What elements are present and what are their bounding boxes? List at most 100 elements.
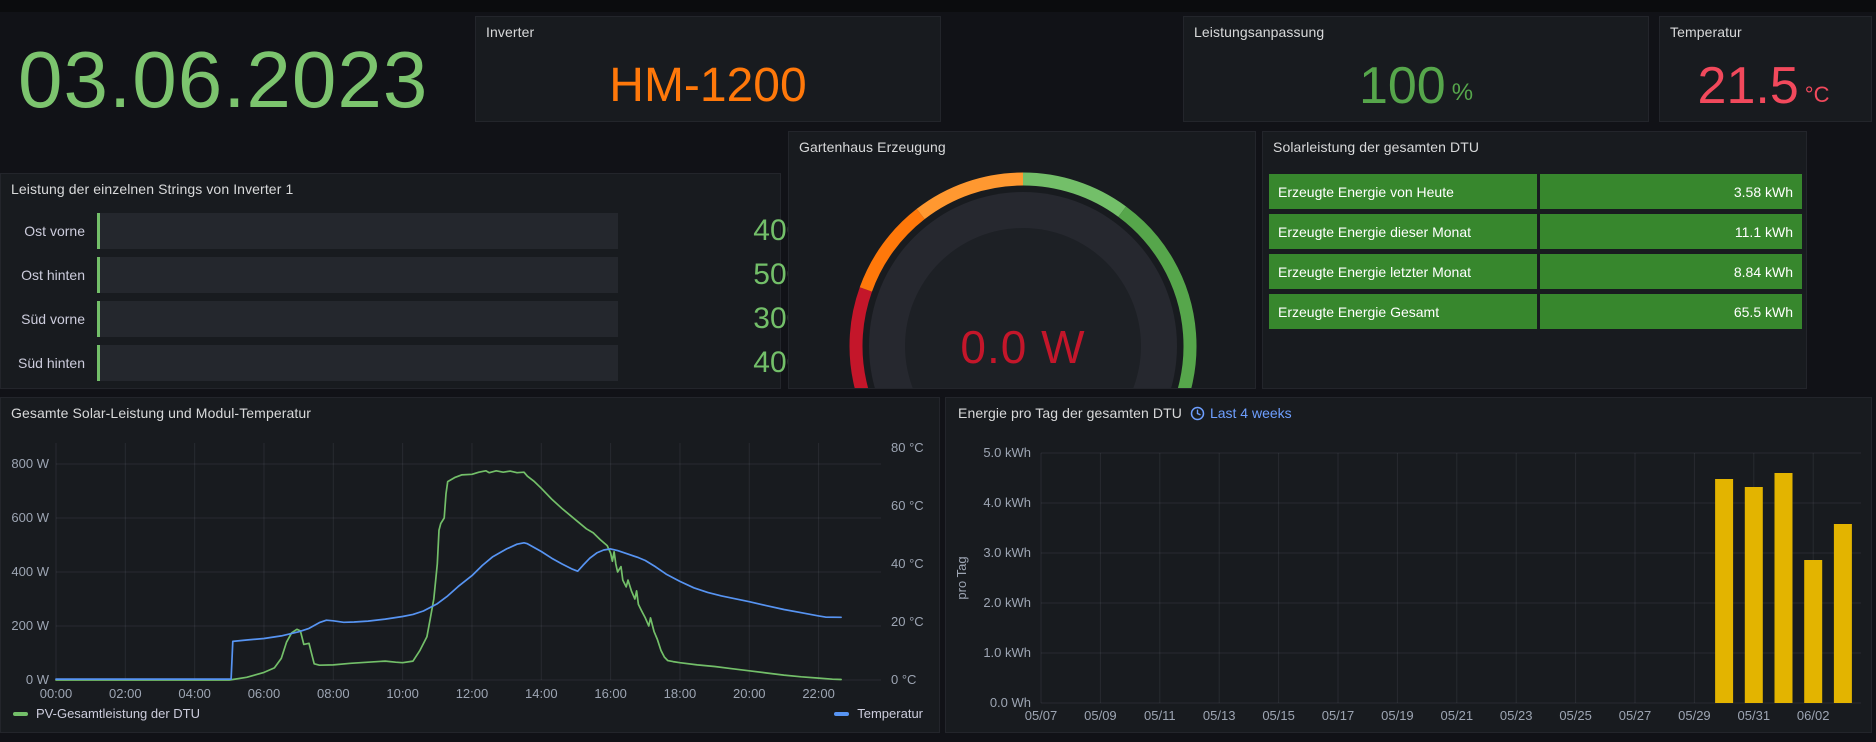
bargauge-row: Ost vorne 400.0mW xyxy=(97,213,766,249)
y-axis-label: pro Tag xyxy=(954,556,969,599)
gauge-visualization[interactable]: 0.0 W xyxy=(789,132,1255,388)
power-limit-stat-panel: Leistungsanpassung 100 % xyxy=(1183,16,1649,122)
daily-energy-chart-panel: Energie pro Tag der gesamten DTU Last 4 … xyxy=(945,397,1872,733)
bargauge-track xyxy=(97,213,618,249)
svg-text:5.0 kWh: 5.0 kWh xyxy=(983,445,1031,460)
svg-text:1.0 kWh: 1.0 kWh xyxy=(983,645,1031,660)
bargauge-label: Süd vorne xyxy=(21,311,85,327)
svg-text:60 °C: 60 °C xyxy=(891,498,924,513)
grafana-dashboard: 03.06.2023 Inverter HM-1200 Leistungsanp… xyxy=(0,0,1876,742)
svg-text:20:00: 20:00 xyxy=(733,686,766,701)
svg-text:02:00: 02:00 xyxy=(109,686,142,701)
bar-06/02[interactable] xyxy=(1804,560,1822,703)
bar-05/31[interactable] xyxy=(1745,487,1763,703)
svg-text:22:00: 22:00 xyxy=(802,686,835,701)
temperature-stat-panel: Temperatur 21.5 °C xyxy=(1659,16,1872,122)
energy-table-panel: Solarleistung der gesamten DTU Erzeugte … xyxy=(1262,131,1807,389)
svg-text:05/15: 05/15 xyxy=(1262,708,1295,723)
bargauge-fill xyxy=(97,257,100,293)
svg-text:05/23: 05/23 xyxy=(1500,708,1533,723)
bargauge-row: Ost hinten 500.0mW xyxy=(97,257,766,293)
svg-text:05/07: 05/07 xyxy=(1025,708,1058,723)
svg-text:05/27: 05/27 xyxy=(1619,708,1652,723)
series-Temperatur xyxy=(56,543,841,679)
table-cell-value: 8.84 kWh xyxy=(1540,254,1802,289)
bargauge-track xyxy=(97,257,618,293)
legend-swatch-pv xyxy=(13,712,28,716)
svg-text:05/25: 05/25 xyxy=(1559,708,1592,723)
svg-text:4.0 kWh: 4.0 kWh xyxy=(983,495,1031,510)
panel-title-energy-table[interactable]: Solarleistung der gesamten DTU xyxy=(1273,139,1479,155)
svg-text:600 W: 600 W xyxy=(11,510,49,525)
panel-title-power-limit[interactable]: Leistungsanpassung xyxy=(1194,24,1324,40)
svg-text:14:00: 14:00 xyxy=(525,686,558,701)
temperature-unit: °C xyxy=(1805,82,1830,108)
svg-text:16:00: 16:00 xyxy=(594,686,627,701)
bargauge-track xyxy=(97,345,618,381)
gauge-value: 0.0 W xyxy=(789,320,1255,374)
legend-item-pv[interactable]: PV-Gesamtleistung der DTU xyxy=(13,706,200,721)
panel-title-temperature[interactable]: Temperatur xyxy=(1670,24,1742,40)
bargauge-label: Ost vorne xyxy=(24,223,85,239)
bar-06/03[interactable] xyxy=(1834,524,1852,703)
table-cell-label: Erzeugte Energie von Heute xyxy=(1269,174,1537,209)
svg-text:0 W: 0 W xyxy=(26,672,50,687)
bargauge-fill xyxy=(97,213,100,249)
table-cell-value: 3.58 kWh xyxy=(1540,174,1802,209)
kiosk-top-bar xyxy=(0,0,1876,12)
svg-text:00:00: 00:00 xyxy=(40,686,73,701)
svg-text:05/21: 05/21 xyxy=(1441,708,1474,723)
table-cell-value: 65.5 kWh xyxy=(1540,294,1802,329)
table-cell-label: Erzeugte Energie Gesamt xyxy=(1269,294,1537,329)
svg-text:20 °C: 20 °C xyxy=(891,614,924,629)
bargauge-label: Ost hinten xyxy=(21,267,85,283)
svg-text:06/02: 06/02 xyxy=(1797,708,1830,723)
power-limit-value: 100 xyxy=(1359,60,1446,112)
svg-text:0 °C: 0 °C xyxy=(891,672,916,687)
svg-text:05/19: 05/19 xyxy=(1381,708,1414,723)
legend-label-pv: PV-Gesamtleistung der DTU xyxy=(36,706,200,721)
svg-text:18:00: 18:00 xyxy=(664,686,697,701)
svg-text:04:00: 04:00 xyxy=(178,686,211,701)
temperature-value: 21.5 xyxy=(1698,60,1799,112)
table-cell-label: Erzeugte Energie dieser Monat xyxy=(1269,214,1537,249)
legend-swatch-temp xyxy=(834,712,849,716)
svg-text:08:00: 08:00 xyxy=(317,686,350,701)
power-temp-chart-panel: Gesamte Solar-Leistung und Modul-Tempera… xyxy=(0,397,940,733)
svg-text:3.0 kWh: 3.0 kWh xyxy=(983,545,1031,560)
strings-bargauge-panel: Leistung der einzelnen Strings von Inver… xyxy=(0,173,781,389)
daily-energy-plot[interactable]: 0.0 Wh1.0 kWh2.0 kWh3.0 kWh4.0 kWh5.0 kW… xyxy=(946,398,1871,732)
svg-text:05/13: 05/13 xyxy=(1203,708,1236,723)
svg-text:400 W: 400 W xyxy=(11,564,49,579)
panel-title-strings[interactable]: Leistung der einzelnen Strings von Inver… xyxy=(11,181,293,197)
svg-text:200 W: 200 W xyxy=(11,618,49,633)
power-temp-plot[interactable]: 00:00 02:00 04:00 06:00 08:00 10:00 12:00 14:00… xyxy=(1,398,939,732)
svg-text:05/29: 05/29 xyxy=(1678,708,1711,723)
date-stat-panel: 03.06.2023 xyxy=(0,14,470,122)
svg-text:06:00: 06:00 xyxy=(248,686,281,701)
inverter-value: HM-1200 xyxy=(609,62,806,110)
svg-text:10:00: 10:00 xyxy=(386,686,419,701)
bar-06/01[interactable] xyxy=(1775,473,1793,703)
svg-text:40 °C: 40 °C xyxy=(891,556,924,571)
bargauge-label: Süd hinten xyxy=(18,355,85,371)
bargauge-track xyxy=(97,301,618,337)
svg-text:05/11: 05/11 xyxy=(1144,708,1176,723)
svg-text:05/31: 05/31 xyxy=(1738,708,1771,723)
legend-label-temp: Temperatur xyxy=(857,706,923,721)
bargauge-row: Süd hinten 400.0mW xyxy=(97,345,766,381)
table-cell-label: Erzeugte Energie letzter Monat xyxy=(1269,254,1537,289)
inverter-stat-panel: Inverter HM-1200 xyxy=(475,16,941,122)
bargauge-fill xyxy=(97,301,100,337)
svg-text:05/17: 05/17 xyxy=(1322,708,1355,723)
current-date: 03.06.2023 xyxy=(18,40,428,120)
power-limit-unit: % xyxy=(1452,79,1473,107)
svg-text:05/09: 05/09 xyxy=(1084,708,1117,723)
gauge-panel: Gartenhaus Erzeugung 0.0 W xyxy=(788,131,1256,389)
panel-title-inverter[interactable]: Inverter xyxy=(486,24,534,40)
table-cell-value: 11.1 kWh xyxy=(1540,214,1802,249)
svg-text:12:00: 12:00 xyxy=(456,686,489,701)
svg-text:800 W: 800 W xyxy=(11,456,49,471)
legend-item-temp[interactable]: Temperatur xyxy=(834,706,923,721)
bar-05/30[interactable] xyxy=(1715,479,1733,703)
